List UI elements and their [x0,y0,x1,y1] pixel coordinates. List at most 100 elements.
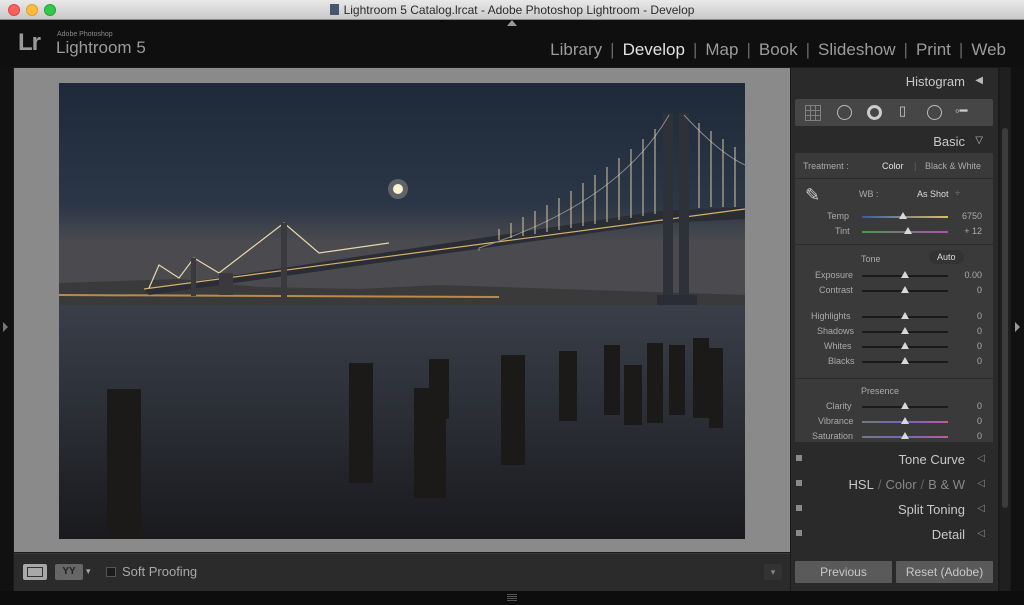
slider-thumb[interactable] [901,312,909,319]
expand-triangle-icon[interactable]: ◁ [977,453,985,464]
slider-thumb[interactable] [901,417,909,424]
shadows-slider[interactable] [862,327,948,334]
slider-label: Saturation [812,431,854,441]
slider-thumb[interactable] [904,227,913,234]
slider-label: Blacks [828,356,855,366]
basic-header[interactable]: Basic ▽ [791,130,998,152]
auto-tone-button[interactable]: Auto [929,250,964,264]
right-panel-toggle[interactable] [1011,67,1024,591]
expand-left-panel-icon[interactable] [3,322,8,332]
exposure-value[interactable]: 0.00 [964,270,982,280]
split-toning-header[interactable]: Split Toning ◁ [791,498,998,520]
blacks-value[interactable]: 0 [977,356,982,366]
graduated-filter-icon[interactable]: ▯ [899,103,906,119]
panel-title: Tone Curve [898,452,965,467]
collapse-right-panel-icon[interactable] [1015,322,1020,332]
slider-label: Contrast [819,285,854,295]
wb-label: WB : [859,189,879,199]
chevron-down-icon[interactable]: ▾ [86,566,91,577]
crop-overlay-icon[interactable] [805,105,821,121]
blacks-slider[interactable] [862,357,948,364]
slider-thumb[interactable] [901,327,909,334]
adjustment-brush-icon[interactable]: ◦━ [955,103,967,119]
module-book[interactable]: Book [751,40,806,60]
vibrance-value[interactable]: 0 [977,416,982,426]
tint-slider[interactable] [862,227,948,234]
tone-section: Tone Auto Exposure 0.00 Contrast 0 Highl… [795,244,993,379]
expand-triangle-icon[interactable]: ◁ [977,478,985,489]
treatment-color-option[interactable]: Color [882,161,904,171]
detail-header[interactable]: Detail ◁ [791,523,998,545]
filmstrip-toggle-bar[interactable] [0,591,1024,605]
slider-thumb[interactable] [901,432,909,439]
temp-slider[interactable] [862,212,948,219]
soft-proofing-checkbox[interactable] [106,567,116,577]
basic-panel: Treatment : Color | Black & White ✎ WB :… [795,152,993,442]
photo-preview[interactable] [59,83,745,539]
contrast-slider[interactable] [862,286,948,293]
red-eye-icon[interactable] [867,105,882,120]
toolbar-options-dropdown[interactable]: ▾ [764,564,782,580]
scrollbar-thumb[interactable] [1002,128,1008,508]
whites-slider[interactable] [862,342,948,349]
collapse-top-panel-icon[interactable] [507,20,517,26]
color-tab[interactable]: Color [885,477,916,492]
left-panel-toggle[interactable] [0,67,13,591]
spot-removal-icon[interactable] [837,105,852,120]
module-library[interactable]: Library [542,40,610,60]
panel-switch-icon[interactable] [796,505,802,511]
temp-value[interactable]: 6750 [962,211,982,221]
module-develop[interactable]: Develop [615,40,693,60]
expand-triangle-icon[interactable]: ▽ [975,135,983,146]
panel-title: Basic [933,134,965,149]
slider-thumb[interactable] [901,357,909,364]
expand-triangle-icon[interactable]: ◁ [977,503,985,514]
slider-thumb[interactable] [901,271,909,278]
clarity-slider[interactable] [862,402,948,409]
highlights-slider[interactable] [862,312,948,319]
slider-thumb[interactable] [899,212,908,219]
panel-switch-icon[interactable] [796,480,802,486]
highlights-value[interactable]: 0 [977,311,982,321]
slider-thumb[interactable] [901,342,909,349]
vibrance-slider[interactable] [862,417,948,424]
wb-preset-select[interactable]: As Shot [917,189,949,199]
hsl-tab[interactable]: HSL [849,477,874,492]
histogram-header[interactable]: Histogram ◀ [791,70,998,92]
radial-filter-icon[interactable] [927,105,942,120]
module-web[interactable]: Web [963,40,1014,60]
collapse-triangle-icon[interactable]: ◀ [975,75,983,86]
slider-label: Whites [824,341,852,351]
grip-icon[interactable] [507,594,517,602]
right-panel-scrollbar[interactable] [1000,68,1010,591]
saturation-slider[interactable] [862,432,948,439]
wb-dropdown-icon[interactable]: ÷ [955,188,960,198]
clarity-value[interactable]: 0 [977,401,982,411]
slider-thumb[interactable] [901,286,909,293]
panel-switch-icon[interactable] [796,455,802,461]
whites-value[interactable]: 0 [977,341,982,351]
shadows-value[interactable]: 0 [977,326,982,336]
module-print[interactable]: Print [908,40,959,60]
slider-thumb[interactable] [901,402,909,409]
eyedropper-icon[interactable]: ✎ [805,185,820,206]
tone-label: Tone [861,254,881,264]
previous-button[interactable]: Previous [795,561,892,583]
reset-button[interactable]: Reset (Adobe) [896,561,993,583]
treatment-bw-option[interactable]: Black & White [925,161,981,171]
soft-proofing-label[interactable]: Soft Proofing [122,564,197,579]
contrast-value[interactable]: 0 [977,285,982,295]
module-slideshow[interactable]: Slideshow [810,40,904,60]
module-map[interactable]: Map [697,40,746,60]
lightroom-logo: Lr [18,29,41,56]
tone-curve-header[interactable]: Tone Curve ◁ [791,448,998,470]
loupe-view-button[interactable] [23,564,47,580]
panel-switch-icon[interactable] [796,530,802,536]
saturation-value[interactable]: 0 [977,431,982,441]
tint-value[interactable]: + 12 [964,226,982,236]
before-after-button[interactable]: YY [55,564,83,580]
bw-tab[interactable]: B & W [928,477,965,492]
expand-triangle-icon[interactable]: ◁ [977,528,985,539]
exposure-slider[interactable] [862,271,948,278]
hsl-header[interactable]: HSL / Color / B & W ◁ [791,473,998,495]
